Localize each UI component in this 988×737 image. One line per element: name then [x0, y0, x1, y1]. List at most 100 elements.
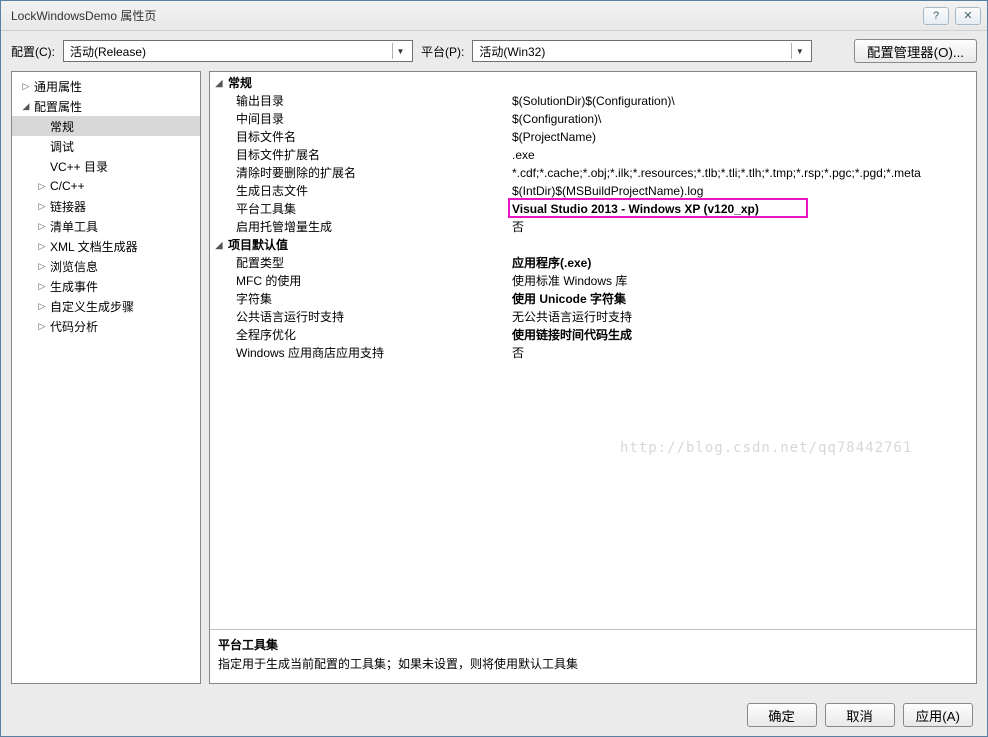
expand-icon[interactable]: ▷	[36, 261, 48, 272]
ok-button[interactable]: 确定	[747, 703, 817, 727]
property-row[interactable]: Windows 应用商店应用支持否	[212, 344, 974, 362]
tree-item-label: 清单工具	[50, 218, 98, 235]
property-value[interactable]: 无公共语言运行时支持	[512, 308, 974, 326]
property-value[interactable]: 否	[512, 218, 974, 236]
property-label: Windows 应用商店应用支持	[212, 344, 512, 362]
tree-item[interactable]: ▷XML 文档生成器	[12, 236, 200, 256]
help-icon: ?	[933, 10, 939, 22]
group-label: 常规	[226, 74, 526, 92]
expand-icon[interactable]: ▷	[36, 181, 48, 192]
property-value[interactable]: .exe	[512, 146, 974, 164]
footer: 确定 取消 应用(A)	[1, 694, 987, 736]
config-combo[interactable]: 活动(Release) ▼	[63, 40, 413, 62]
property-row[interactable]: 平台工具集Visual Studio 2013 - Windows XP (v1…	[212, 200, 974, 218]
tree-item[interactable]: ◢配置属性	[12, 96, 200, 116]
watermark: http://blog.csdn.net/qq78442761	[620, 440, 912, 456]
tree-item[interactable]: ▷自定义生成步骤	[12, 296, 200, 316]
tree-item[interactable]: 常规	[12, 116, 200, 136]
property-value[interactable]: Visual Studio 2013 - Windows XP (v120_xp…	[512, 200, 974, 218]
tree-item[interactable]: ▷通用属性	[12, 76, 200, 96]
property-value[interactable]: $(Configuration)\	[512, 110, 974, 128]
property-grid[interactable]: http://blog.csdn.net/qq78442761 ◢常规输出目录$…	[210, 72, 976, 629]
property-value[interactable]: 使用 Unicode 字符集	[512, 290, 974, 308]
config-manager-button[interactable]: 配置管理器(O)...	[854, 39, 977, 63]
property-value[interactable]: 否	[512, 344, 974, 362]
property-label: 目标文件名	[212, 128, 512, 146]
property-label: MFC 的使用	[212, 272, 512, 290]
expand-icon[interactable]: ▷	[36, 281, 48, 292]
property-row[interactable]: MFC 的使用使用标准 Windows 库	[212, 272, 974, 290]
tree-item[interactable]: ▷链接器	[12, 196, 200, 216]
tree-item[interactable]: 调试	[12, 136, 200, 156]
property-value[interactable]: 应用程序(.exe)	[512, 254, 974, 272]
tree-item-label: 自定义生成步骤	[50, 298, 134, 315]
body: ▷通用属性◢配置属性常规调试VC++ 目录▷C/C++▷链接器▷清单工具▷XML…	[1, 71, 987, 694]
property-row[interactable]: 目标文件扩展名.exe	[212, 146, 974, 164]
tree-item-label: VC++ 目录	[50, 158, 108, 175]
collapse-icon: ◢	[212, 236, 226, 254]
property-label: 启用托管增量生成	[212, 218, 512, 236]
config-label: 配置(C):	[11, 43, 55, 60]
property-label: 字符集	[212, 290, 512, 308]
property-group[interactable]: ◢常规	[212, 74, 974, 92]
property-row[interactable]: 配置类型应用程序(.exe)	[212, 254, 974, 272]
apply-button[interactable]: 应用(A)	[903, 703, 973, 727]
property-row[interactable]: 启用托管增量生成否	[212, 218, 974, 236]
tree-item-label: 通用属性	[34, 78, 82, 95]
tree-item[interactable]: VC++ 目录	[12, 156, 200, 176]
config-combo-text: 活动(Release)	[70, 43, 388, 60]
tree-item-label: XML 文档生成器	[50, 238, 138, 255]
property-row[interactable]: 中间目录$(Configuration)\	[212, 110, 974, 128]
property-row[interactable]: 目标文件名$(ProjectName)	[212, 128, 974, 146]
cancel-button[interactable]: 取消	[825, 703, 895, 727]
chevron-down-icon: ▼	[791, 43, 807, 59]
tree-item[interactable]: ▷清单工具	[12, 216, 200, 236]
description-title: 平台工具集	[218, 636, 968, 653]
expand-icon[interactable]: ▷	[36, 301, 48, 312]
expand-icon[interactable]: ▷	[36, 221, 48, 232]
chevron-down-icon: ▼	[392, 43, 408, 59]
tree-item[interactable]: ▷代码分析	[12, 316, 200, 336]
property-label: 生成日志文件	[212, 182, 512, 200]
expand-icon[interactable]: ▷	[20, 81, 32, 92]
property-value[interactable]: $(SolutionDir)$(Configuration)\	[512, 92, 974, 110]
expand-icon[interactable]: ▷	[36, 321, 48, 332]
tree-item[interactable]: ▷浏览信息	[12, 256, 200, 276]
tree-item-label: C/C++	[50, 179, 85, 193]
platform-combo-text: 活动(Win32)	[479, 43, 787, 60]
titlebar: LockWindowsDemo 属性页 ? ✕	[1, 1, 987, 31]
tree-item-label: 常规	[50, 118, 74, 135]
collapse-icon: ◢	[212, 74, 226, 92]
description-text: 指定用于生成当前配置的工具集；如果未设置，则将使用默认工具集	[218, 655, 968, 672]
window-title: LockWindowsDemo 属性页	[11, 7, 923, 24]
platform-combo[interactable]: 活动(Win32) ▼	[472, 40, 812, 62]
property-row[interactable]: 生成日志文件$(IntDir)$(MSBuildProjectName).log	[212, 182, 974, 200]
property-row[interactable]: 公共语言运行时支持无公共语言运行时支持	[212, 308, 974, 326]
expand-icon[interactable]: ◢	[20, 101, 32, 112]
property-label: 目标文件扩展名	[212, 146, 512, 164]
expand-icon[interactable]: ▷	[36, 241, 48, 252]
tree-item[interactable]: ▷C/C++	[12, 176, 200, 196]
expand-icon[interactable]: ▷	[36, 201, 48, 212]
property-row[interactable]: 字符集使用 Unicode 字符集	[212, 290, 974, 308]
property-row[interactable]: 输出目录$(SolutionDir)$(Configuration)\	[212, 92, 974, 110]
property-row[interactable]: 清除时要删除的扩展名*.cdf;*.cache;*.obj;*.ilk;*.re…	[212, 164, 974, 182]
property-label: 平台工具集	[212, 200, 512, 218]
description-pane: 平台工具集 指定用于生成当前配置的工具集；如果未设置，则将使用默认工具集	[210, 629, 976, 683]
tree-item[interactable]: ▷生成事件	[12, 276, 200, 296]
property-group[interactable]: ◢项目默认值	[212, 236, 974, 254]
property-row[interactable]: 全程序优化使用链接时间代码生成	[212, 326, 974, 344]
property-value[interactable]: 使用链接时间代码生成	[512, 326, 974, 344]
property-value[interactable]: *.cdf;*.cache;*.obj;*.ilk;*.resources;*.…	[512, 164, 974, 182]
close-button[interactable]: ✕	[955, 7, 981, 25]
property-label: 公共语言运行时支持	[212, 308, 512, 326]
nav-tree[interactable]: ▷通用属性◢配置属性常规调试VC++ 目录▷C/C++▷链接器▷清单工具▷XML…	[11, 71, 201, 684]
help-button[interactable]: ?	[923, 7, 949, 25]
property-value[interactable]: 使用标准 Windows 库	[512, 272, 974, 290]
tree-item-label: 调试	[50, 138, 74, 155]
topbar: 配置(C): 活动(Release) ▼ 平台(P): 活动(Win32) ▼ …	[1, 31, 987, 71]
tree-item-label: 链接器	[50, 198, 86, 215]
property-value[interactable]: $(IntDir)$(MSBuildProjectName).log	[512, 182, 974, 200]
content-pane: http://blog.csdn.net/qq78442761 ◢常规输出目录$…	[209, 71, 977, 684]
property-value[interactable]: $(ProjectName)	[512, 128, 974, 146]
